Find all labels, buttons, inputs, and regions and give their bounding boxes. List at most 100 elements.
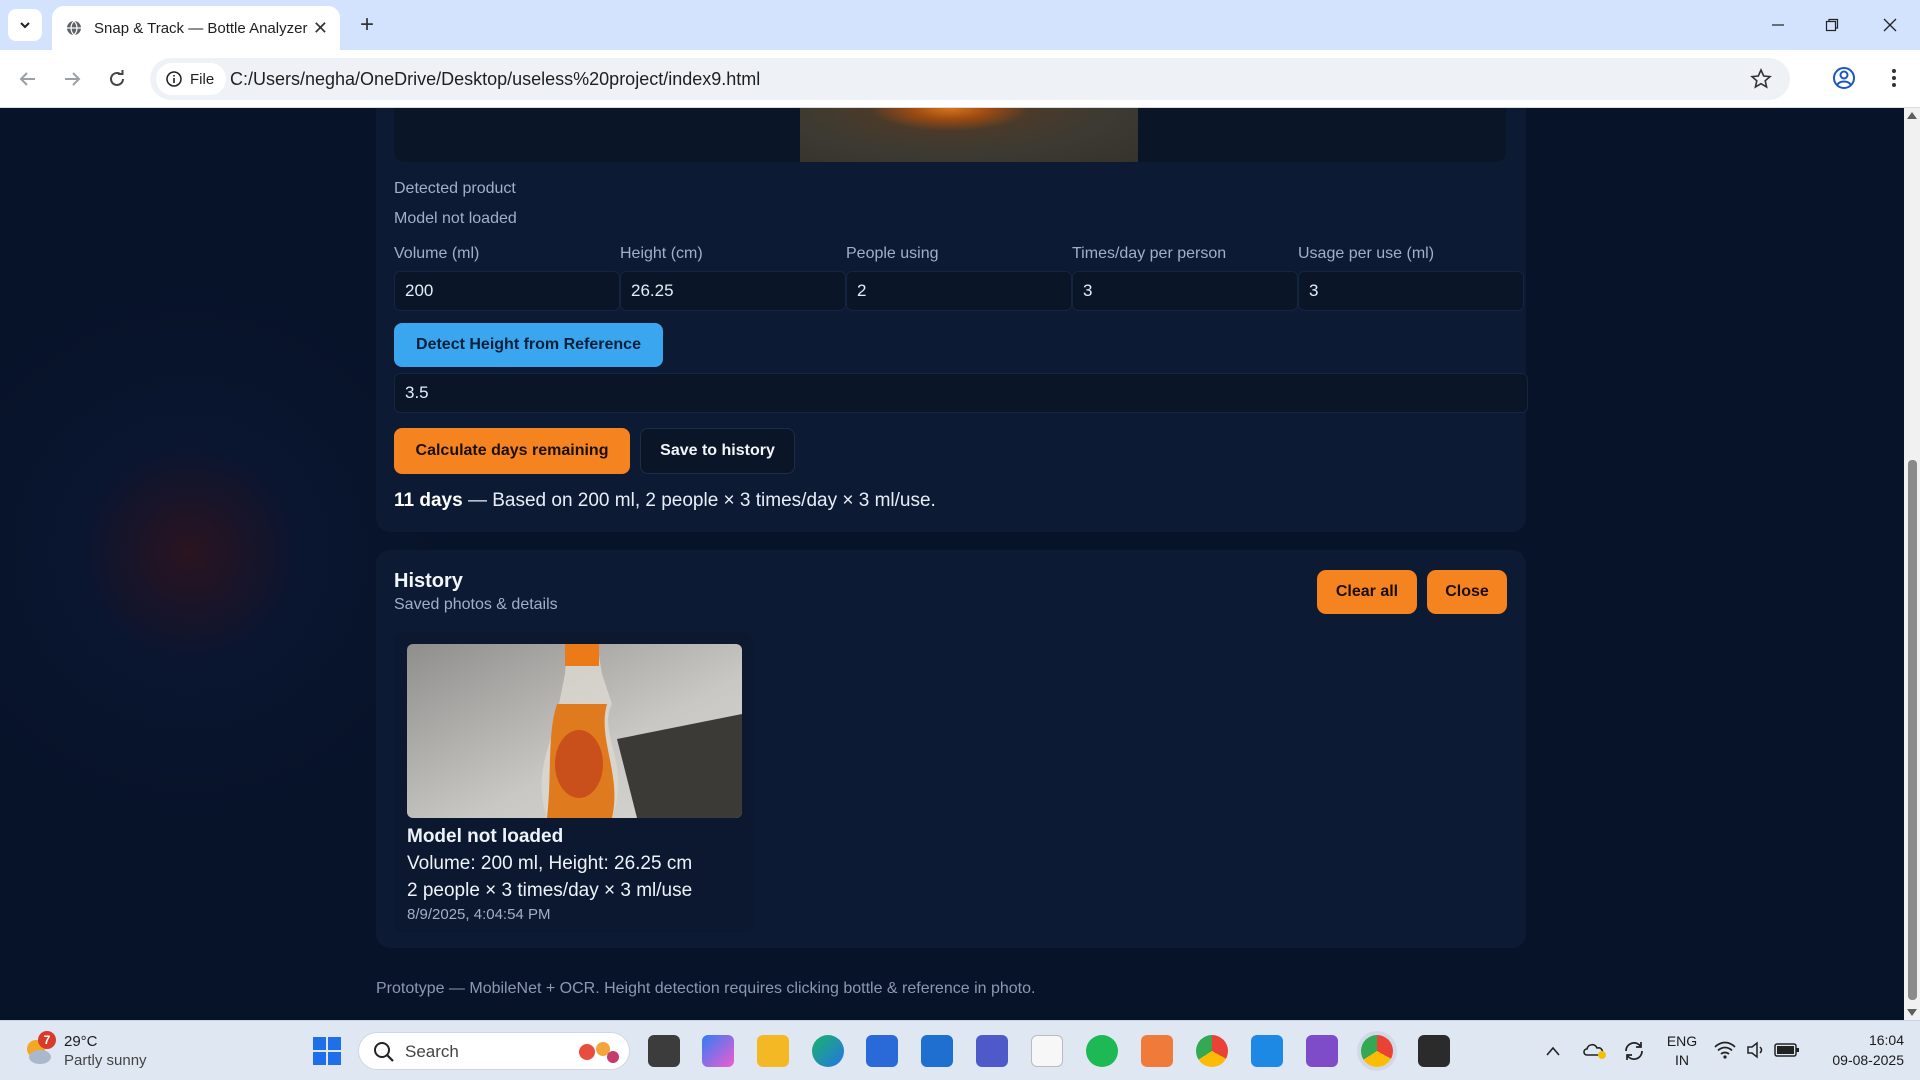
history-item-usage: 2 people × 3 times/day × 3 ml/use — [407, 880, 693, 901]
url-text[interactable]: C:/Users/negha/OneDrive/Desktop/useless%… — [230, 69, 760, 90]
globe-icon — [67, 20, 81, 36]
close-icon — [1883, 18, 1897, 32]
search-highlight-icon — [579, 1042, 619, 1063]
page-scrollbar[interactable] — [1904, 108, 1920, 1020]
browser-toolbar: File C:/Users/negha/OneDrive/Desktop/use… — [0, 50, 1920, 108]
volume-input[interactable]: 200 — [394, 271, 620, 311]
tab-title: Snap & Track — Bottle Analyzer — [94, 19, 308, 37]
minimize-icon — [1772, 24, 1784, 26]
scroll-down-icon[interactable] — [1907, 1009, 1917, 1016]
visual-studio-icon[interactable] — [1306, 1035, 1338, 1067]
language-in[interactable]: IN — [1664, 1052, 1700, 1068]
calculate-days-button[interactable]: Calculate days remaining — [394, 428, 630, 474]
spotify-icon[interactable] — [1086, 1035, 1118, 1067]
result-text: 11 days — Based on 200 ml, 2 people × 3 … — [394, 490, 936, 512]
detect-height-button[interactable]: Detect Height from Reference — [394, 323, 663, 367]
browser-tab[interactable]: Snap & Track — Bottle Analyzer ✕ — [52, 6, 340, 50]
bottle-photo — [800, 108, 1138, 162]
usage-per-use-label: Usage per use (ml) — [1298, 245, 1435, 262]
search-icon — [374, 1042, 394, 1062]
restore-button[interactable] — [1812, 10, 1852, 40]
app-icon[interactable] — [1141, 1035, 1173, 1067]
arrow-left-icon — [19, 72, 35, 86]
analyzer-card: Detected product Model not loaded Volume… — [376, 108, 1528, 532]
arrow-right-icon — [65, 72, 81, 86]
history-subtitle: Saved photos & details — [394, 596, 558, 613]
result-days: 11 days — [394, 490, 463, 511]
file-explorer-icon[interactable] — [757, 1035, 789, 1067]
reference-input[interactable]: 3.5 — [394, 373, 1528, 413]
usage-per-use-input[interactable]: 3 — [1298, 271, 1524, 311]
detected-product-value: Model not loaded — [394, 210, 517, 227]
people-input[interactable]: 2 — [846, 271, 1072, 311]
times-per-day-label: Times/day per person — [1072, 245, 1227, 262]
weather-temperature: 29°C — [64, 1033, 98, 1050]
vscode-icon[interactable] — [1251, 1035, 1283, 1067]
windows-start-icon[interactable] — [312, 1036, 342, 1066]
chevron-up-icon[interactable] — [1545, 1045, 1561, 1057]
language-eng[interactable]: ENG — [1664, 1033, 1700, 1049]
chrome-active-icon[interactable] — [1361, 1035, 1393, 1067]
chrome-icon[interactable] — [1196, 1035, 1228, 1067]
history-title: History — [394, 570, 463, 592]
close-history-button[interactable]: Close — [1427, 570, 1507, 614]
times-per-day-input[interactable]: 3 — [1072, 271, 1298, 311]
sync-icon[interactable] — [1622, 1039, 1646, 1063]
photo-preview[interactable] — [394, 108, 1506, 162]
taskbar: 7 29°C Partly sunny Search ENG IN 16:04 … — [0, 1020, 1920, 1080]
save-history-button[interactable]: Save to history — [640, 428, 795, 474]
site-chip-label: File — [190, 70, 215, 88]
volume-label: Volume (ml) — [394, 245, 480, 262]
task-view-icon[interactable] — [648, 1035, 680, 1067]
reload-icon — [110, 70, 124, 86]
onedrive-icon[interactable] — [1582, 1039, 1608, 1061]
reload-button[interactable] — [103, 65, 131, 93]
dell-icon[interactable] — [921, 1035, 953, 1067]
site-info-chip[interactable]: File — [156, 63, 227, 95]
history-item-timestamp: 8/9/2025, 4:04:54 PM — [407, 906, 551, 923]
battery-icon[interactable] — [1774, 1041, 1800, 1059]
wifi-icon[interactable] — [1714, 1041, 1736, 1059]
result-detail: — Based on 200 ml, 2 people × 3 times/da… — [462, 490, 936, 511]
profile-icon[interactable] — [1832, 66, 1856, 90]
people-label: People using — [846, 245, 939, 262]
detected-product-label: Detected product — [394, 180, 516, 197]
notepad-icon[interactable] — [1031, 1035, 1063, 1067]
history-item-product: Model not loaded — [407, 826, 564, 847]
clock-time[interactable]: 16:04 — [1808, 1032, 1904, 1048]
history-card: History Saved photos & details Clear all… — [376, 550, 1526, 948]
volume-icon[interactable] — [1746, 1041, 1768, 1059]
close-window-button[interactable] — [1870, 10, 1910, 40]
browser-tab-strip: Snap & Track — Bottle Analyzer ✕ + — [0, 0, 1920, 50]
weather-description: Partly sunny — [64, 1052, 147, 1069]
terminal-icon[interactable] — [1418, 1035, 1450, 1067]
restore-icon — [1825, 18, 1839, 32]
teams-icon[interactable] — [976, 1035, 1008, 1067]
weather-badge: 7 — [38, 1031, 56, 1049]
copilot-icon[interactable] — [702, 1035, 734, 1067]
page-content: Detected product Model not loaded Volume… — [0, 108, 1904, 1020]
tab-search-button[interactable] — [8, 9, 42, 41]
taskbar-search[interactable]: Search — [358, 1032, 630, 1070]
address-bar[interactable]: File C:/Users/negha/OneDrive/Desktop/use… — [150, 58, 1790, 100]
scroll-up-icon[interactable] — [1907, 112, 1917, 119]
close-tab-icon[interactable]: ✕ — [313, 18, 328, 39]
scroll-thumb[interactable] — [1908, 460, 1917, 1000]
more-menu-icon[interactable] — [1882, 66, 1906, 90]
height-input[interactable]: 26.25 — [620, 271, 846, 311]
height-label: Height (cm) — [620, 245, 703, 262]
forward-button[interactable] — [58, 65, 86, 93]
edge-icon[interactable] — [812, 1035, 844, 1067]
chevron-down-icon — [20, 22, 30, 29]
bookmark-star-icon[interactable] — [1750, 68, 1772, 90]
back-button[interactable] — [14, 65, 42, 93]
clock-date[interactable]: 09-08-2025 — [1808, 1052, 1904, 1068]
clear-all-button[interactable]: Clear all — [1317, 570, 1417, 614]
taskbar-search-placeholder: Search — [405, 1042, 459, 1061]
history-item: Model not loaded Volume: 200 ml, Height:… — [394, 632, 754, 932]
footer-note: Prototype — MobileNet + OCR. Height dete… — [376, 980, 1036, 997]
weather-widget[interactable]: 7 29°C Partly sunny — [22, 1031, 182, 1071]
store-icon[interactable] — [866, 1035, 898, 1067]
new-tab-button[interactable]: + — [352, 10, 382, 40]
minimize-button[interactable] — [1758, 10, 1798, 40]
